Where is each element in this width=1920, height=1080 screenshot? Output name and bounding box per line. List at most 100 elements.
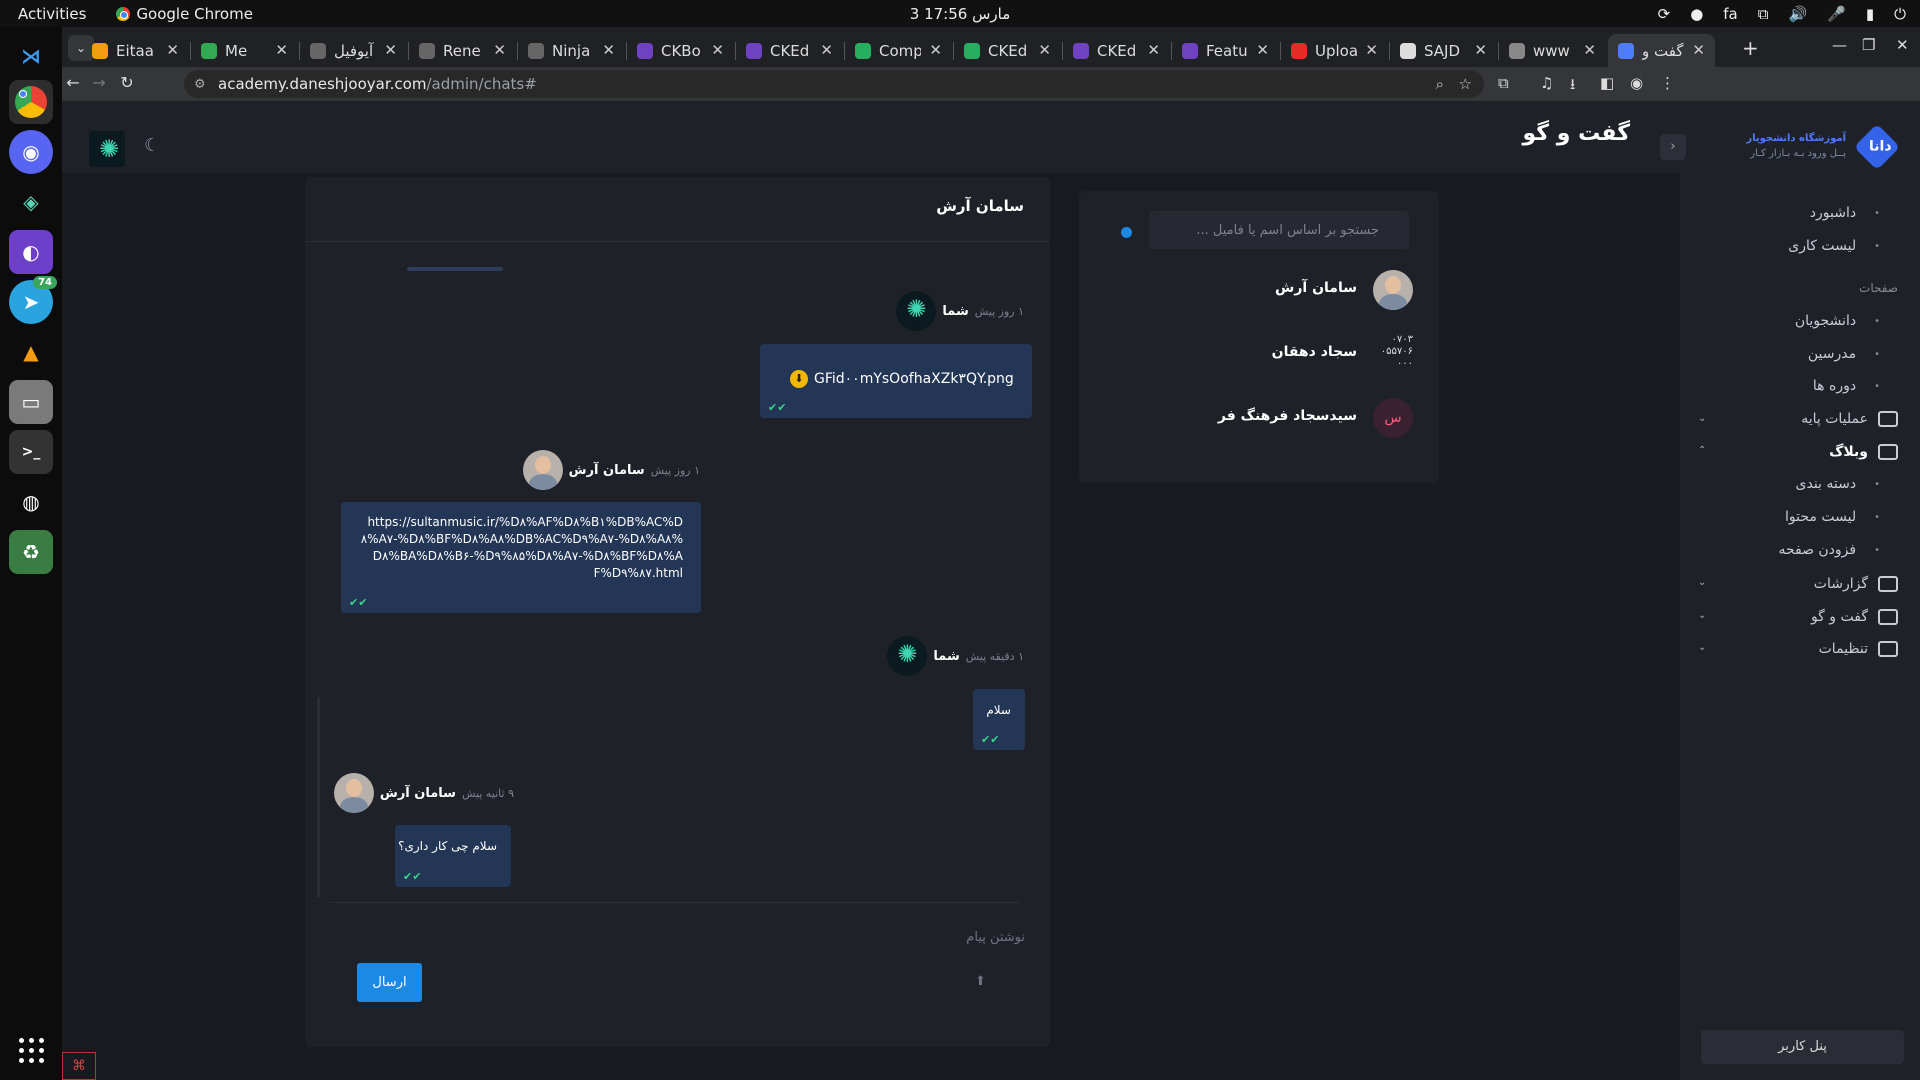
- tab-close-icon[interactable]: ✕: [711, 41, 724, 59]
- tab-close-icon[interactable]: ✕: [602, 41, 615, 59]
- tab-close-icon[interactable]: ✕: [820, 41, 833, 59]
- system-tray[interactable]: ⟳ ● fa ⧉ 🔊 🎤 ▮ ⏻: [1658, 5, 1906, 23]
- sidebar-group-basic-ops[interactable]: عملیات پایه: [1801, 407, 1898, 431]
- sidebar-item-categories[interactable]: دسته بندی: [1796, 472, 1880, 496]
- message-input[interactable]: [345, 917, 1025, 957]
- clock[interactable]: 3 مارس 17:56: [0, 5, 1920, 23]
- send-button[interactable]: ارسال: [357, 963, 422, 1002]
- file-attachment[interactable]: ⬇ GFid۰۰mYsOofhaXZk۳QY.png: [790, 370, 1014, 388]
- sidebar-group-chat[interactable]: گفت و گو: [1811, 605, 1898, 629]
- browser-tab[interactable]: Uploa ✕: [1281, 34, 1388, 67]
- vscode-icon[interactable]: ⋊: [9, 34, 53, 78]
- volume-icon[interactable]: 🔊: [1788, 5, 1807, 23]
- tab-close-icon[interactable]: ✕: [1583, 41, 1596, 59]
- sidebar-item-students[interactable]: دانشجویان: [1795, 309, 1880, 333]
- zoom-icon[interactable]: ⌕: [1436, 75, 1444, 93]
- vlc-icon[interactable]: ▲: [9, 330, 53, 374]
- language-indicator[interactable]: fa: [1723, 5, 1737, 23]
- brand-logo[interactable]: دانا آموزشگاه دانشجویار پــل ورود بـه بـ…: [1746, 123, 1901, 172]
- contact-item[interactable]: س سیدسجاد فرهنگ فر: [1079, 394, 1439, 442]
- sidepanel-icon[interactable]: ◧: [1600, 74, 1614, 92]
- close-window-button[interactable]: ✕: [1896, 36, 1909, 54]
- browser-tab[interactable]: CKEd ✕: [736, 34, 843, 67]
- terminal-icon[interactable]: >_: [9, 430, 53, 474]
- download-icon[interactable]: ⬇: [790, 370, 808, 388]
- browser-tab[interactable]: Featu ✕: [1172, 34, 1279, 67]
- address-bar[interactable]: ⚙ academy.daneshjooyar.com/admin/chats# …: [184, 70, 1484, 98]
- chevron-down-icon[interactable]: ⌄: [1698, 577, 1706, 588]
- trash-icon[interactable]: ♻: [9, 530, 53, 574]
- browser-tab[interactable]: Ninja ✕: [518, 34, 625, 67]
- contact-item[interactable]: ۰۷۰۳ ۰۵۵۷۰۶ ۰۰۰ سجاد دهقان: [1079, 330, 1439, 378]
- browser-tab[interactable]: Comp ✕: [845, 34, 952, 67]
- attach-icon[interactable]: ⬆: [975, 974, 986, 989]
- browser-tab[interactable]: Me ✕: [191, 34, 298, 67]
- forward-button[interactable]: →: [88, 73, 110, 92]
- menu-icon[interactable]: ⋮: [1660, 74, 1675, 92]
- scrollbar[interactable]: [407, 267, 503, 271]
- network-icon[interactable]: ⧉: [1758, 5, 1769, 23]
- files-icon[interactable]: ▭: [9, 380, 53, 424]
- app-menu[interactable]: Google Chrome: [116, 5, 253, 23]
- profile-icon[interactable]: ◉: [1630, 74, 1643, 92]
- browser-tab[interactable]: گفت و ✕: [1608, 34, 1715, 67]
- account-icon[interactable]: ●: [1690, 5, 1703, 23]
- browser-tab[interactable]: www ✕: [1499, 34, 1606, 67]
- tab-close-icon[interactable]: ✕: [1474, 41, 1487, 59]
- power-icon[interactable]: ⏻: [1894, 5, 1906, 23]
- chrome-dock-icon[interactable]: [9, 80, 53, 124]
- sidebar-group-reports[interactable]: گزارشات: [1814, 572, 1898, 596]
- tab-close-icon[interactable]: ✕: [166, 41, 179, 59]
- tab-close-icon[interactable]: ✕: [929, 41, 942, 59]
- discord-icon[interactable]: ◉: [9, 130, 53, 174]
- sidebar-group-blog[interactable]: وبلاگ: [1829, 440, 1898, 464]
- browser-tab[interactable]: CKBo ✕: [627, 34, 734, 67]
- back-button[interactable]: ←: [62, 73, 84, 92]
- debug-icon[interactable]: ⌘: [62, 1052, 96, 1080]
- user-panel-button[interactable]: پنل کاربر: [1701, 1030, 1904, 1064]
- bookmark-star-icon[interactable]: ☆: [1459, 75, 1472, 93]
- chevron-down-icon[interactable]: ⌄: [1698, 642, 1706, 653]
- sidebar-item-add-page[interactable]: فزودن صفحه: [1778, 538, 1880, 562]
- browser-tab[interactable]: CKEd ✕: [1063, 34, 1170, 67]
- github-icon[interactable]: ◐: [9, 230, 53, 274]
- gitkraken-icon[interactable]: ◈: [9, 180, 53, 224]
- browser-tab[interactable]: آیوفیل ✕: [300, 34, 407, 67]
- reload-button[interactable]: ↻: [116, 73, 138, 92]
- sidebar-collapse-button[interactable]: ›: [1660, 134, 1686, 160]
- tab-close-icon[interactable]: ✕: [1692, 41, 1705, 59]
- extensions-icon[interactable]: ⧉: [1498, 74, 1509, 92]
- dark-mode-icon[interactable]: ☾: [144, 135, 160, 156]
- media-icon[interactable]: ♫: [1540, 74, 1553, 92]
- tab-close-icon[interactable]: ✕: [493, 41, 506, 59]
- telegram-icon[interactable]: ➤ 74: [9, 276, 57, 324]
- chevron-down-icon[interactable]: ⌄: [1698, 413, 1706, 424]
- chevron-down-icon[interactable]: ⌄: [1698, 610, 1706, 621]
- activities-button[interactable]: Activities: [18, 5, 86, 23]
- minimize-button[interactable]: —: [1832, 36, 1847, 54]
- sidebar-item-teachers[interactable]: مدرسین: [1808, 342, 1880, 366]
- tab-close-icon[interactable]: ✕: [1365, 41, 1378, 59]
- contact-search[interactable]: [1149, 211, 1409, 249]
- admin-avatar[interactable]: [89, 131, 125, 167]
- show-apps-icon[interactable]: [19, 1038, 45, 1064]
- sidebar-item-dashboard[interactable]: داشبورد: [1810, 201, 1880, 225]
- browser-tab[interactable]: SAJD ✕: [1390, 34, 1497, 67]
- site-info-icon[interactable]: ⚙: [194, 77, 206, 92]
- new-tab-button[interactable]: +: [1742, 36, 1759, 60]
- update-icon[interactable]: ⟳: [1658, 5, 1671, 23]
- contact-item[interactable]: سامان آرش: [1079, 266, 1439, 314]
- tab-close-icon[interactable]: ✕: [1038, 41, 1051, 59]
- message-text[interactable]: https://sultanmusic.ir/%D۸%AF%D۸%B۱%DB%A…: [359, 514, 683, 582]
- sidebar-group-settings[interactable]: تنظیمات: [1819, 637, 1898, 661]
- contact-search-input[interactable]: [1149, 211, 1409, 249]
- tab-close-icon[interactable]: ✕: [1147, 41, 1160, 59]
- browser-tab[interactable]: Eitaa ✕: [82, 34, 189, 67]
- tab-close-icon[interactable]: ✕: [275, 41, 288, 59]
- tab-close-icon[interactable]: ✕: [1256, 41, 1269, 59]
- add-contact-icon[interactable]: [1121, 227, 1132, 238]
- browser-tab[interactable]: CKEd ✕: [954, 34, 1061, 67]
- browser-tab[interactable]: Rene ✕: [409, 34, 516, 67]
- battery-icon[interactable]: ▮: [1866, 5, 1874, 23]
- tab-close-icon[interactable]: ✕: [384, 41, 397, 59]
